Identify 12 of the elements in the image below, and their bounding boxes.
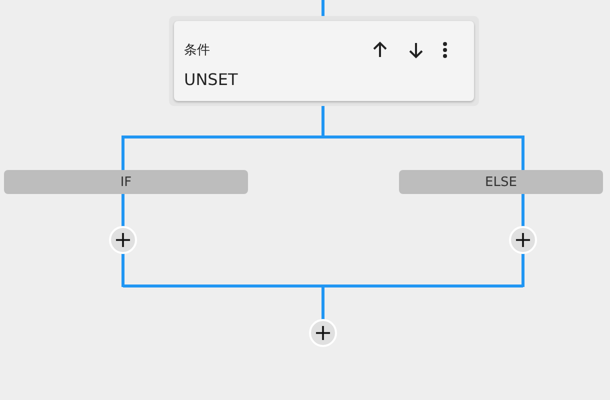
node-label: 条件 <box>184 42 210 59</box>
branch-label: ELSE <box>399 170 603 194</box>
add-button[interactable] <box>509 226 537 254</box>
add-button[interactable] <box>309 319 337 347</box>
node-value: UNSET <box>184 70 239 89</box>
add-button[interactable] <box>109 226 137 254</box>
plus-icon <box>115 232 131 248</box>
plus-icon <box>315 325 331 341</box>
more-icon[interactable] <box>442 40 448 60</box>
plus-icon <box>515 232 531 248</box>
branch-label: IF <box>4 170 248 194</box>
condition-card[interactable]: 条件 UNSET <box>174 21 474 101</box>
